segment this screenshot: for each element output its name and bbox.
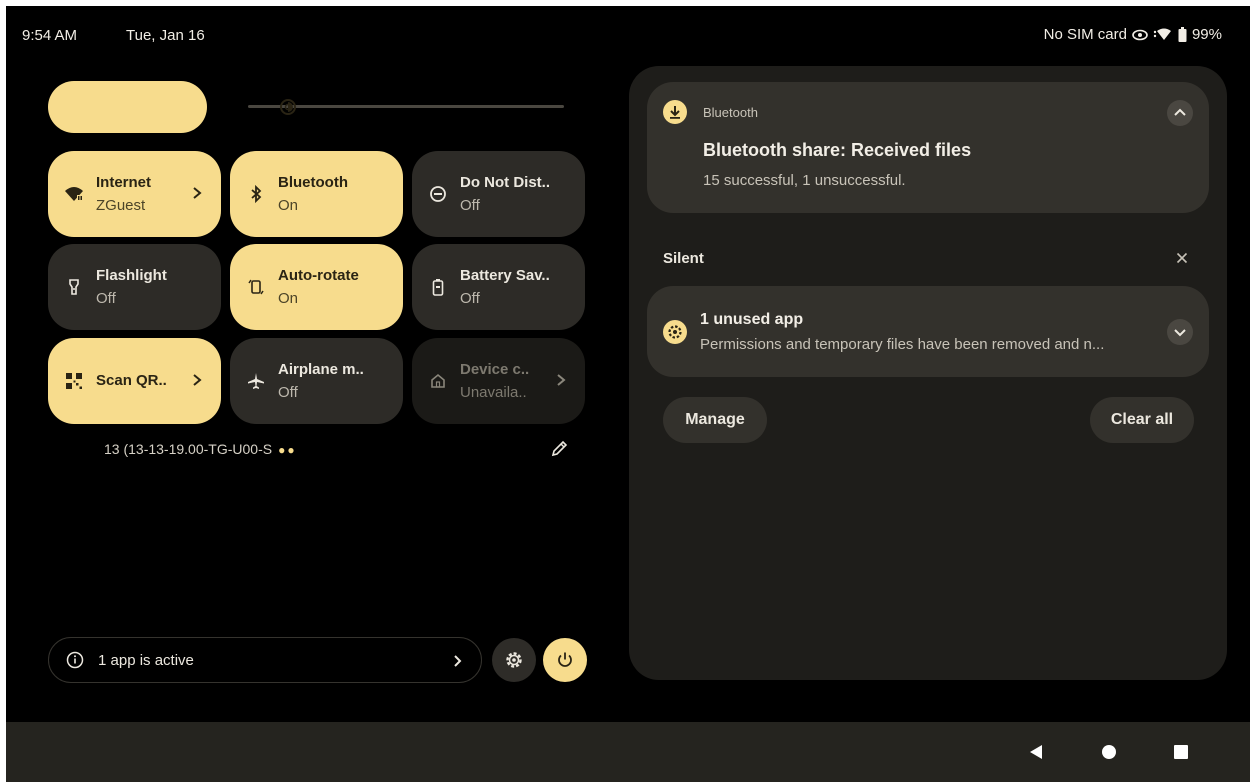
tile-device-controls[interactable]: Device c.. Unavaila.. [412,338,585,424]
back-triangle-icon [1030,745,1042,759]
tile-battery-saver[interactable]: Battery Sav.. Off [412,244,585,330]
active-apps-button[interactable]: 1 app is active [48,637,482,683]
battery-icon [1178,27,1187,42]
tile-title: Internet [96,174,152,191]
chevron-down-icon [1174,329,1186,337]
flashlight-icon [64,277,84,297]
collapse-button[interactable] [1167,100,1193,126]
navigation-bar [6,722,1250,782]
expand-button[interactable] [1167,319,1193,345]
notification-text: Permissions and temporary files have bee… [700,336,1105,353]
tile-title: Auto-rotate [278,267,359,284]
home-icon [428,371,448,391]
status-icons: No SIM card 99% [1044,26,1222,43]
status-bar: 9:54 AM Tue, Jan 16 No SIM card 99% [6,6,1250,66]
chevron-right-icon [555,370,567,390]
clear-all-button[interactable]: Clear all [1090,397,1194,443]
tile-title: Flashlight [96,267,167,284]
notification-text: 15 successful, 1 unsuccessful. [703,172,906,189]
build-number-text: 13 (13-13-19.00-TG-U00-S [104,441,273,457]
brightness-fill[interactable] [48,81,207,133]
wifi-icon [1153,28,1173,42]
status-date: Tue, Jan 16 [126,27,205,44]
status-time: 9:54 AM [22,27,78,44]
notification-title: 1 unused app [700,311,804,328]
home-button[interactable] [1102,745,1116,764]
tile-title: Scan QR.. [96,372,167,389]
tile-title: Airplane m.. [278,361,364,378]
do-not-disturb-icon [428,184,448,204]
tile-flashlight[interactable]: Flashlight Off [48,244,221,330]
tile-subtitle: Off [278,384,298,401]
silent-section-header: Silent [663,250,704,267]
home-circle-icon [1102,745,1116,759]
tile-subtitle: Unavaila.. [460,384,527,401]
info-icon [66,651,84,669]
notification-title: Bluetooth share: Received files [703,140,972,160]
brightness-icon [278,97,298,117]
brightness-slider[interactable] [48,81,564,133]
airplane-icon [246,371,266,391]
edit-pencil-icon[interactable] [548,438,570,460]
notification-bluetooth[interactable]: Bluetooth Bluetooth share: Received file… [647,82,1209,213]
sim-status: No SIM card [1043,26,1127,43]
tile-subtitle: Off [460,197,480,214]
tile-subtitle: Off [96,290,116,307]
battery-percent: 99% [1191,26,1222,43]
bluetooth-icon [246,184,266,204]
tile-subtitle: Off [460,290,480,307]
tile-title: Battery Sav.. [460,267,550,284]
build-number[interactable]: 13 (13-13-19.00-TG-U00-S ●● [104,441,297,457]
android-screen: 9:54 AM Tue, Jan 16 No SIM card 99% Inte… [6,6,1250,782]
settings-button[interactable] [492,638,536,682]
close-icon[interactable] [1174,250,1190,266]
tile-internet[interactable]: Internet ZGuest [48,151,221,237]
qr-code-icon [64,371,84,391]
tile-auto-rotate[interactable]: Auto-rotate On [230,244,403,330]
eye-icon [1132,29,1148,41]
auto-rotate-icon [246,277,266,297]
wifi-icon [64,184,84,204]
recents-button[interactable] [1173,744,1189,765]
chevron-up-icon [1174,108,1186,116]
tile-title: Device c.. [460,361,530,378]
tile-subtitle: ZGuest [96,197,146,214]
tile-bluetooth[interactable]: Bluetooth On [230,151,403,237]
tile-subtitle: On [278,290,299,307]
chevron-right-icon [453,652,463,670]
tile-airplane-mode[interactable]: Airplane m.. Off [230,338,403,424]
tile-do-not-disturb[interactable]: Do Not Dist.. Off [412,151,585,237]
manage-button[interactable]: Manage [663,397,767,443]
back-button[interactable] [1028,743,1044,766]
notification-unused-app[interactable]: 1 unused app Permissions and temporary f… [647,286,1209,377]
chevron-right-icon [191,370,203,390]
tile-subtitle: On [278,197,299,214]
tile-scan-qr[interactable]: Scan QR.. [48,338,221,424]
tile-title: Bluetooth [278,174,348,191]
active-apps-label: 1 app is active [98,652,194,669]
power-button[interactable] [543,638,587,682]
notification-panel: Bluetooth Bluetooth share: Received file… [629,66,1227,680]
notification-app-name: Bluetooth [703,105,758,120]
recents-square-icon [1174,745,1188,759]
download-icon [663,100,687,124]
page-indicator-dots: ●● [278,443,297,457]
battery-saver-icon [428,277,448,297]
chevron-right-icon [191,183,203,203]
settings-icon [663,320,687,344]
tile-title: Do Not Dist.. [460,174,550,191]
